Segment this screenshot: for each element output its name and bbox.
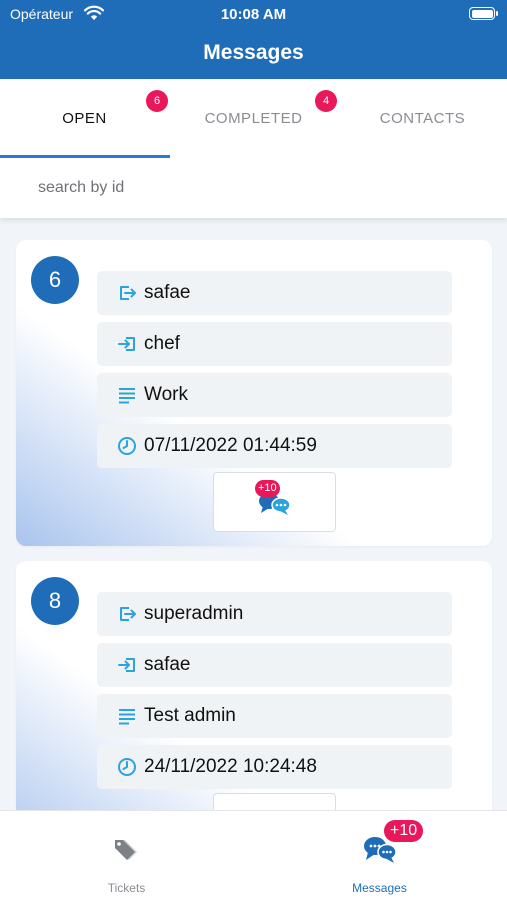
nav-messages-label: Messages [352,881,407,895]
nav-tickets-label: Tickets [107,881,146,895]
status-bar: Opérateur 10:08 AM [0,0,507,30]
open-chat-button[interactable] [213,793,336,810]
tab-contacts-label: CONTACTS [379,110,466,127]
ticket-date-field: 07/11/2022 01:44:59 [97,424,452,468]
tab-open-label: OPEN [62,110,107,127]
ticket-to: safae [144,654,191,675]
ticket-to-field: safae [97,643,452,687]
search-bar [0,158,507,218]
tab-completed-label: COMPLETED [204,110,303,127]
logout-arrow-icon [120,607,136,621]
login-arrow-icon [118,337,135,351]
ticket-card[interactable]: 8 superadmin safae Test admin 24/11/2022… [16,561,492,810]
page-title: Messages [0,30,507,79]
search-input[interactable] [38,176,478,200]
tab-open-badge: 6 [146,90,168,112]
tab-completed[interactable]: COMPLETED [169,79,338,158]
ticket-date: 07/11/2022 01:44:59 [144,435,317,456]
tab-open[interactable]: OPEN [0,79,169,158]
ticket-to-field: chef [97,322,452,366]
text-lines-icon [119,388,135,404]
ticket-subject: Work [144,384,188,405]
ticket-subject-field: Test admin [97,694,452,738]
ticket-id-badge: 6 [31,256,79,304]
clock-icon [118,758,136,776]
ticket-date: 24/11/2022 10:24:48 [144,756,317,777]
ticket-subject: Test admin [144,705,236,726]
ticket-from: safae [144,282,191,303]
ticket-from-field: safae [97,271,452,315]
battery-icon [469,7,498,20]
ticket-id-badge: 8 [31,577,79,625]
clock-time: 10:08 AM [220,6,287,23]
ticket-date-field: 24/11/2022 10:24:48 [97,745,452,789]
nav-messages[interactable]: Messages [253,811,506,900]
tab-contacts[interactable]: CONTACTS [338,79,507,158]
ticket-subject-field: Work [97,373,452,417]
messages-unread-badge: +10 [384,820,424,842]
nav-tickets[interactable]: Tickets [0,811,253,900]
ticket-card[interactable]: 6 safae chef Work 07/11/2022 01:44:59 +1… [16,240,492,546]
login-arrow-icon [118,658,135,672]
tab-bar: OPEN 6 COMPLETED 4 CONTACTS [0,79,507,158]
open-chat-button[interactable]: +10 [213,472,336,532]
text-lines-icon [119,709,135,725]
ticket-list: 6 safae chef Work 07/11/2022 01:44:59 +1… [0,218,507,810]
chat-unread-badge: +10 [255,480,280,497]
ticket-to: chef [144,333,180,354]
logout-arrow-icon [120,286,136,300]
ticket-from-field: superadmin [97,592,452,636]
tag-icon [115,840,137,860]
bottom-nav: Tickets Messages +10 [0,810,507,900]
ticket-from: superadmin [144,603,244,624]
clock-icon [118,437,136,455]
tab-completed-badge: 4 [315,90,337,112]
